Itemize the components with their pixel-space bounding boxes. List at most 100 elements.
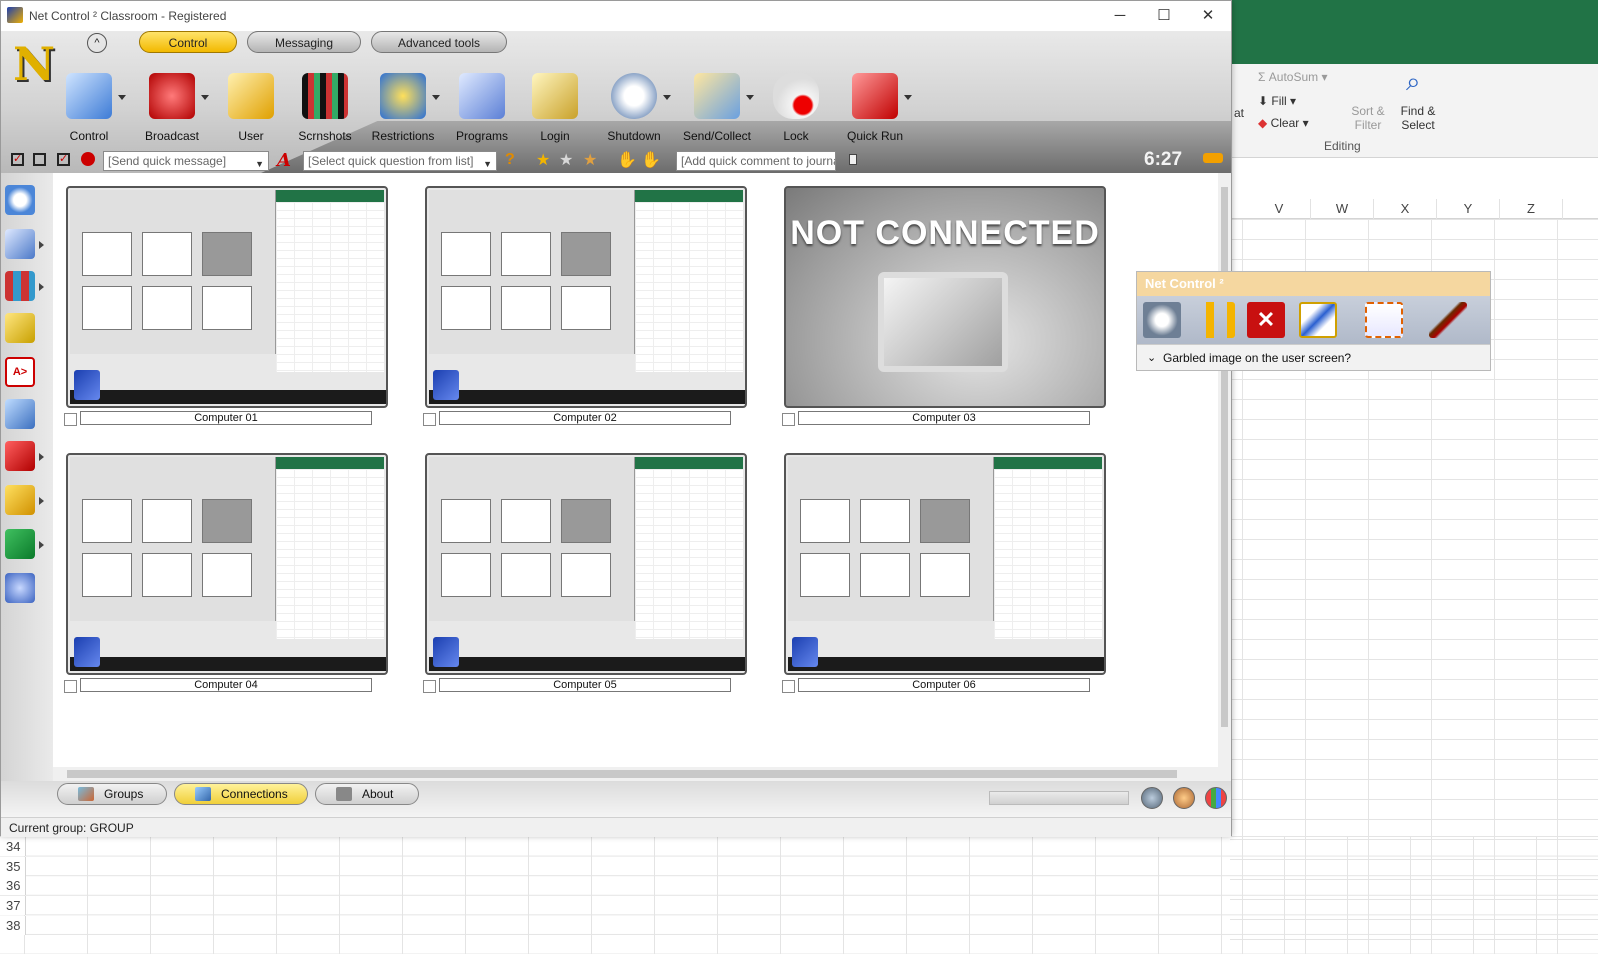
vertical-scrollbar[interactable] (1218, 173, 1231, 767)
find-select-button[interactable]: Find & Select (1396, 104, 1440, 132)
computer-label[interactable]: Computer 03 (798, 411, 1090, 425)
row-header[interactable]: 35 (0, 857, 26, 876)
screenshots-button[interactable]: Scrnshots (284, 73, 366, 143)
text-input-icon[interactable]: A> (5, 357, 35, 387)
stop-x-icon[interactable]: ✕ (1247, 302, 1285, 338)
question-icon[interactable]: ? (505, 151, 515, 169)
column-header[interactable]: Z (1500, 199, 1563, 219)
close-button[interactable]: ✕ (1185, 1, 1231, 31)
column-header[interactable]: W (1311, 199, 1374, 219)
select-all-icon[interactable]: ✓ (11, 153, 24, 166)
user-view-icon[interactable] (1173, 787, 1195, 809)
sort-filter-button[interactable]: Sort & Filter (1348, 104, 1388, 132)
pointer-stick-icon[interactable] (1429, 302, 1467, 338)
tab-connections[interactable]: Connections (174, 783, 308, 805)
floating-toolbar-title[interactable]: Net Control ² (1137, 272, 1490, 296)
row-header[interactable]: 34 (0, 837, 26, 856)
row-header[interactable]: 36 (0, 876, 26, 895)
users-group-icon[interactable] (5, 573, 35, 603)
quick-run-button[interactable]: Quick Run (834, 73, 916, 143)
font-icon[interactable]: A (277, 150, 291, 171)
computer-checkbox[interactable] (423, 413, 436, 426)
hand-raise-icon[interactable]: ✋ (617, 150, 637, 170)
journal-comment-field[interactable]: [Add quick comment to journal] (676, 151, 836, 171)
computer-label[interactable]: Computer 05 (439, 678, 731, 692)
clear-button[interactable]: ◆ Clear ▾ (1258, 116, 1309, 130)
programs-button[interactable]: Programs (441, 73, 523, 143)
computer-thumbnail[interactable] (425, 453, 747, 675)
pen-icon[interactable] (1299, 302, 1337, 338)
green-flag-icon[interactable] (5, 529, 35, 559)
column-header[interactable]: X (1374, 199, 1437, 219)
padlock-icon[interactable] (5, 313, 35, 343)
pause-icon[interactable] (1197, 302, 1235, 338)
row-header[interactable]: 38 (0, 916, 26, 935)
computer-thumbnail-not-connected[interactable]: NOT CONNECTED (784, 186, 1106, 408)
select-none-icon[interactable] (33, 153, 46, 166)
computer-thumbnail[interactable] (425, 186, 747, 408)
computer-checkbox[interactable] (423, 680, 436, 693)
user-button[interactable]: User (210, 73, 292, 143)
computer-checkbox[interactable] (64, 413, 77, 426)
row-header[interactable]: 37 (0, 896, 26, 915)
scroll-thumb[interactable] (1221, 187, 1228, 727)
tab-groups[interactable]: Groups (57, 783, 167, 805)
journal-icon[interactable] (849, 154, 857, 165)
send-collect-button[interactable]: Send/Collect (676, 73, 758, 143)
broadcast-button[interactable]: Broadcast (131, 73, 213, 143)
maximize-button[interactable]: ☐ (1141, 1, 1187, 31)
view-icon[interactable] (5, 229, 35, 259)
computer-thumbnail[interactable] (66, 453, 388, 675)
tab-advanced-tools[interactable]: Advanced tools (371, 31, 507, 53)
minimize-button[interactable]: ─ (1097, 1, 1143, 31)
computer-label[interactable]: Computer 06 (798, 678, 1090, 692)
restrictions-button[interactable]: Restrictions (362, 73, 444, 143)
computer-thumbnail[interactable] (66, 186, 388, 408)
invert-selection-icon[interactable]: ✓ (57, 153, 70, 166)
excel-grid-bottom[interactable]: 34 35 36 37 38 (0, 836, 1598, 954)
login-icon (532, 73, 578, 119)
tab-messaging[interactable]: Messaging (247, 31, 361, 53)
quick-message-combo[interactable]: [Send quick message] ▼ (103, 151, 269, 171)
autosum-button[interactable]: Σ AutoSum ▾ (1258, 70, 1327, 84)
computer-checkbox[interactable] (782, 413, 795, 426)
hand-lower-icon[interactable]: ✋ (641, 150, 661, 170)
red-flag-icon[interactable] (5, 441, 35, 471)
shuffle-icon[interactable] (5, 399, 35, 429)
net-control-logo: N (13, 37, 56, 91)
quick-question-combo[interactable]: [Select quick question from list] ▼ (303, 151, 497, 171)
computer-label[interactable]: Computer 01 (80, 411, 372, 425)
selection-icon[interactable] (1365, 302, 1403, 338)
broadcast-signal-icon[interactable] (1143, 302, 1181, 338)
layout-icon[interactable] (5, 271, 35, 301)
horizontal-scrollbar[interactable] (53, 767, 1218, 781)
monitor-view-icon[interactable] (1141, 787, 1163, 809)
refresh-icon[interactable] (5, 185, 35, 215)
star-bronze-icon[interactable]: ★ (583, 150, 597, 170)
computer-thumbnail[interactable] (784, 453, 1106, 675)
net-control-floating-toolbar: Net Control ² ✕ ⌄ Garbled image on the u… (1136, 271, 1491, 371)
login-button[interactable]: Login (514, 73, 596, 143)
control-button[interactable]: Control (48, 73, 130, 143)
computer-label[interactable]: Computer 04 (80, 678, 372, 692)
lock-button[interactable]: Lock (755, 73, 837, 143)
shutdown-button[interactable]: Shutdown (593, 73, 675, 143)
chevron-down-icon[interactable]: ⌄ (1147, 345, 1156, 371)
star-silver-icon[interactable]: ★ (559, 150, 573, 170)
computer-checkbox[interactable] (782, 680, 795, 693)
computer-label[interactable]: Computer 02 (439, 411, 731, 425)
scroll-thumb[interactable] (67, 770, 1177, 778)
notification-icon[interactable] (1203, 153, 1223, 163)
grid-view-icon[interactable] (1205, 787, 1227, 809)
column-header[interactable]: V (1248, 199, 1311, 219)
collapse-icon[interactable]: ^ (87, 33, 107, 53)
tab-about[interactable]: About (315, 783, 419, 805)
column-header[interactable]: Y (1437, 199, 1500, 219)
star-gold-icon[interactable]: ★ (536, 150, 550, 170)
tab-control[interactable]: Control (139, 31, 237, 53)
zoom-slider[interactable] (989, 791, 1129, 805)
fill-button[interactable]: ⬇ Fill ▾ (1258, 94, 1296, 108)
stop-icon[interactable] (81, 152, 95, 166)
yellow-flag-icon[interactable] (5, 485, 35, 515)
computer-checkbox[interactable] (64, 680, 77, 693)
